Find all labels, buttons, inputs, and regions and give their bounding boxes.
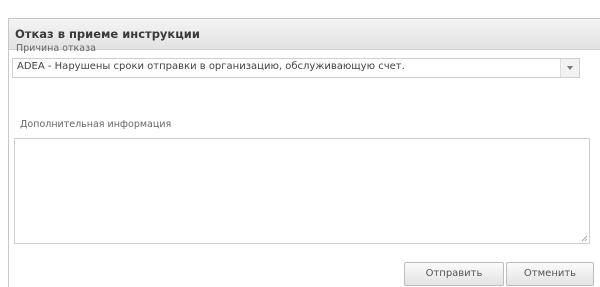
cancel-button[interactable]: Отменить bbox=[506, 262, 594, 286]
reason-label: Причина отказа bbox=[16, 43, 96, 54]
info-textarea[interactable] bbox=[14, 138, 590, 244]
reason-select-value: ADEA - Нарушены сроки отправки в организ… bbox=[17, 61, 405, 72]
resize-grip-icon[interactable] bbox=[581, 235, 588, 242]
reason-select[interactable]: ADEA - Нарушены сроки отправки в организ… bbox=[12, 58, 580, 78]
send-button[interactable]: Отправить bbox=[404, 262, 504, 286]
backdrop bbox=[0, 0, 600, 18]
info-label: Дополнительная информация bbox=[20, 119, 172, 130]
chevron-down-icon[interactable] bbox=[560, 59, 579, 77]
dialog-title: Отказ в приеме инструкции bbox=[15, 27, 200, 41]
dialog-titlebar: Отказ в приеме инструкции ✕ bbox=[9, 19, 600, 50]
